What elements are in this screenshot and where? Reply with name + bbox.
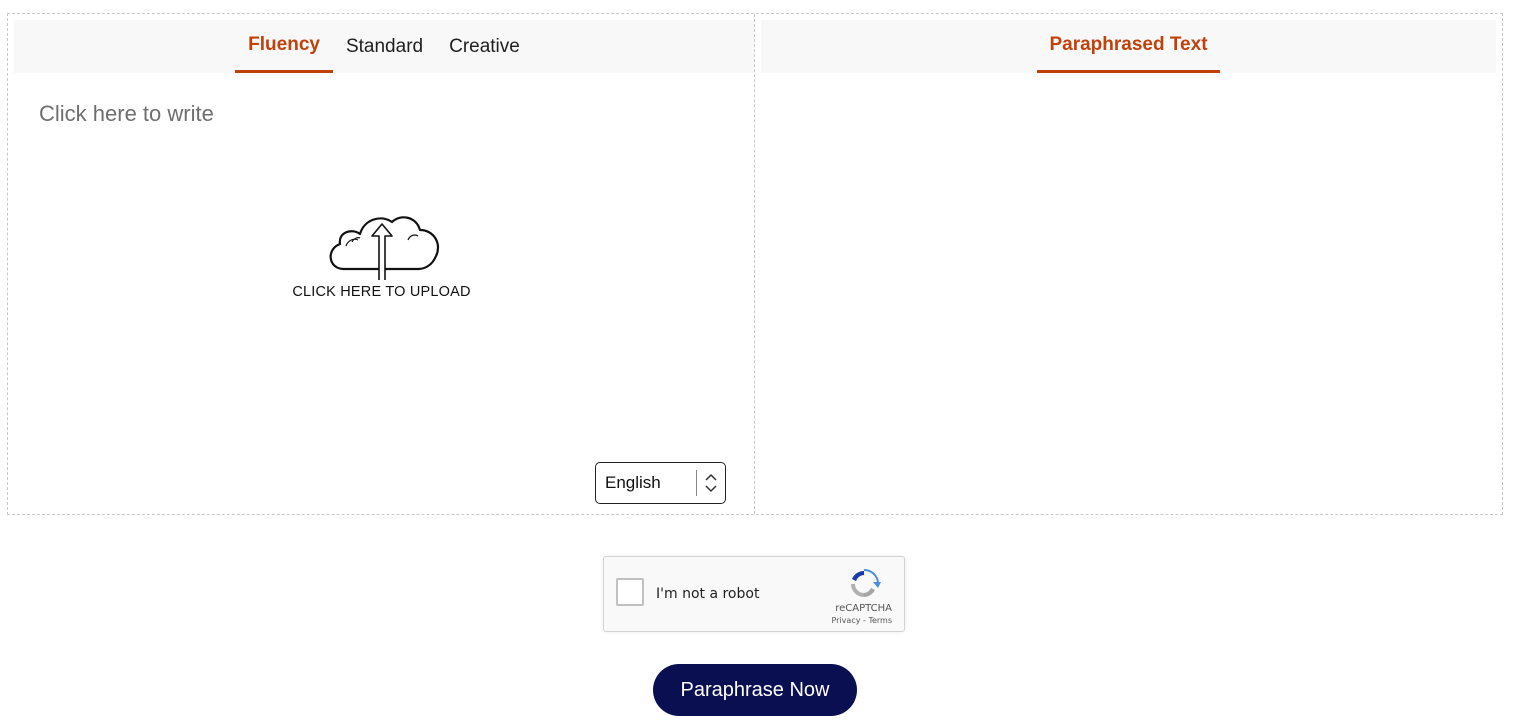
upload-button[interactable]: CLICK HERE TO UPLOAD: [284, 202, 479, 300]
captcha-label: I'm not a robot: [656, 586, 760, 602]
language-select[interactable]: English: [595, 462, 726, 504]
paraphraser-panels: Fluency Standard Creative Click here to …: [7, 13, 1503, 515]
input-panel: Fluency Standard Creative Click here to …: [8, 14, 755, 514]
paraphrase-now-button[interactable]: Paraphrase Now: [653, 664, 857, 716]
language-value: English: [605, 473, 661, 492]
captcha-checkbox[interactable]: [616, 578, 644, 606]
captcha-brand: reCAPTCHA: [835, 603, 892, 614]
tab-standard[interactable]: Standard: [333, 20, 436, 73]
tab-fluency[interactable]: Fluency: [235, 20, 333, 73]
captcha-privacy-link[interactable]: Privacy: [831, 616, 860, 625]
mode-tabs: Fluency Standard Creative: [14, 20, 754, 73]
captcha-terms-link[interactable]: Terms: [868, 616, 892, 625]
recaptcha-widget: I'm not a robot reCAPTCHA Privacy - Term…: [603, 556, 905, 632]
text-input-area[interactable]: Click here to write: [39, 101, 214, 127]
up-down-chevron-icon: [697, 472, 725, 494]
output-panel: Paraphrased Text: [755, 14, 1502, 514]
tab-creative[interactable]: Creative: [436, 20, 533, 73]
tab-paraphrased-text[interactable]: Paraphrased Text: [1037, 20, 1220, 73]
upload-label: CLICK HERE TO UPLOAD: [292, 284, 471, 300]
output-text-area: [761, 73, 1496, 508]
cloud-upload-icon: [284, 202, 479, 282]
captcha-links: Privacy - Terms: [831, 616, 892, 625]
recaptcha-logo-icon: [847, 568, 881, 605]
output-tabs: Paraphrased Text: [761, 20, 1496, 73]
